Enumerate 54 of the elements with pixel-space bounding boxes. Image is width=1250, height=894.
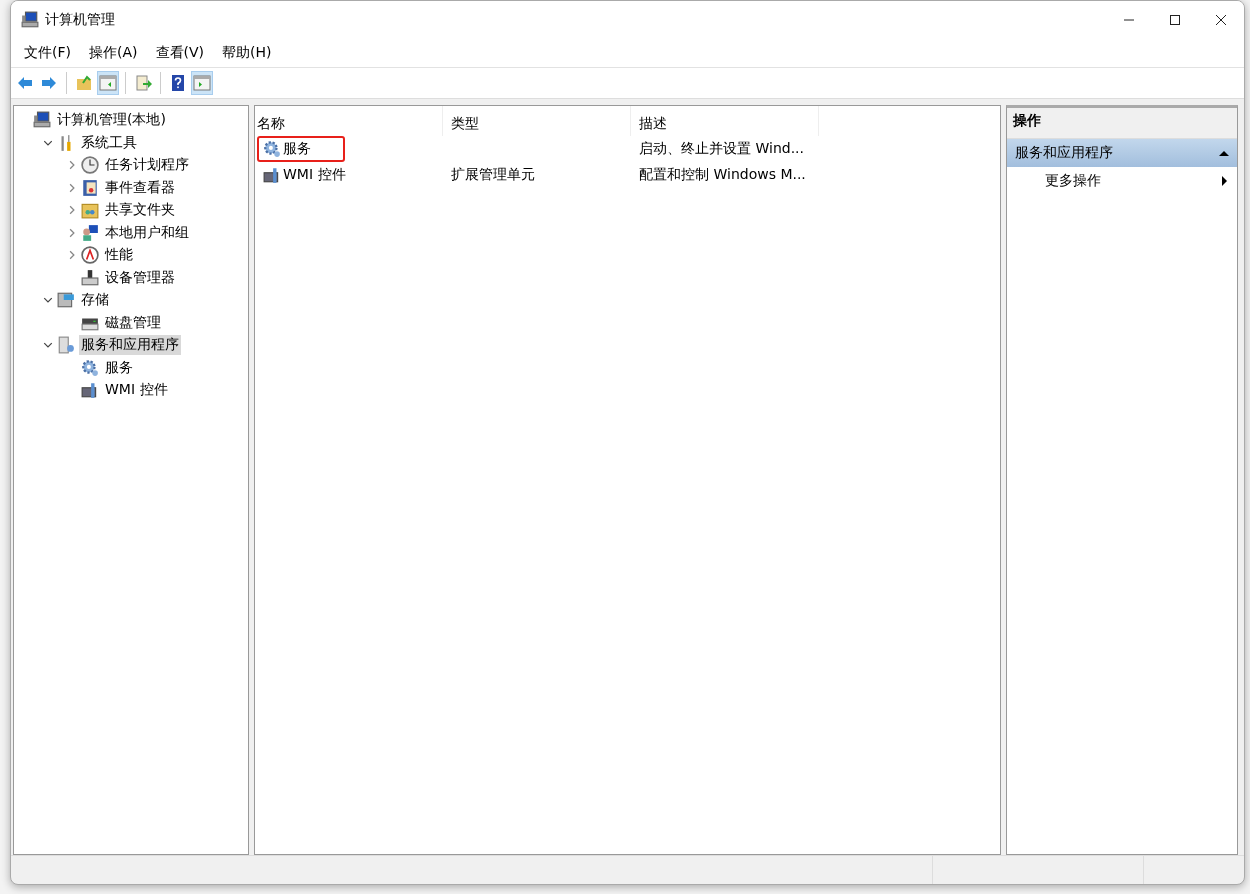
tree-item[interactable]: 计算机管理(本地)	[55, 110, 168, 131]
event-log-icon	[81, 178, 99, 197]
table-cell: 扩展管理单元	[451, 166, 535, 182]
computer-icon	[21, 11, 39, 29]
item-name: WMI 控件	[283, 166, 346, 184]
tree-item[interactable]: 磁盘管理	[103, 312, 163, 333]
expand-chevron-icon[interactable]	[67, 160, 77, 171]
section-title: 服务和应用程序	[1015, 144, 1113, 162]
shared-folder-icon	[81, 201, 99, 220]
column-header[interactable]: 类型	[443, 106, 631, 136]
server-gear-icon	[57, 336, 75, 355]
tree-item[interactable]: 系统工具	[79, 132, 139, 153]
menu-item[interactable]: 操作(A)	[80, 44, 147, 62]
tree-item[interactable]: 设备管理器	[103, 267, 177, 288]
column-header[interactable]: 描述	[631, 106, 819, 136]
tree-item[interactable]: 事件查看器	[103, 177, 177, 198]
wmi-icon	[263, 166, 281, 184]
tree-item[interactable]: 任务计划程序	[103, 155, 191, 176]
pane-left-icon[interactable]	[97, 71, 119, 95]
window-title: 计算机管理	[45, 11, 115, 29]
table-cell: 启动、终止并设置 Wind...	[639, 140, 804, 156]
clock-icon	[81, 156, 99, 175]
expand-chevron-icon[interactable]	[67, 182, 77, 193]
gauge-icon	[81, 246, 99, 265]
tree-item[interactable]: 本地用户和组	[103, 222, 191, 243]
actions-title: 操作	[1007, 108, 1237, 139]
list-item[interactable]: WMI 控件	[257, 162, 380, 188]
expand-chevron-icon[interactable]	[67, 205, 77, 216]
menu-item[interactable]: 文件(F)	[15, 44, 80, 62]
expand-chevron-icon[interactable]	[67, 250, 77, 261]
tree-item[interactable]: 服务	[103, 357, 135, 378]
tree-item[interactable]: WMI 控件	[103, 380, 170, 401]
storage-icon	[57, 291, 75, 310]
gears-icon	[263, 140, 281, 158]
table-cell: 配置和控制 Windows M...	[639, 166, 806, 182]
tree-item[interactable]: 服务和应用程序	[79, 335, 181, 356]
gears-icon	[81, 358, 99, 377]
list-item[interactable]: 服务	[257, 136, 345, 162]
menu-item[interactable]: 查看(V)	[146, 44, 213, 62]
device-icon	[81, 268, 99, 287]
action-item[interactable]: 更多操作	[1045, 172, 1101, 190]
column-header[interactable]: 名称	[255, 106, 443, 136]
action-section-header[interactable]: 服务和应用程序	[1007, 139, 1237, 167]
submenu-triangle-icon	[1219, 176, 1229, 186]
tree-item[interactable]: 存储	[79, 290, 111, 311]
collapse-triangle-icon[interactable]	[1219, 148, 1229, 158]
tree-item[interactable]: 性能	[103, 245, 135, 266]
expand-chevron-icon[interactable]	[67, 227, 77, 238]
computer-icon	[33, 111, 51, 130]
wmi-icon	[81, 381, 99, 400]
item-name: 服务	[283, 140, 311, 158]
users-icon	[81, 223, 99, 242]
tree-item[interactable]: 共享文件夹	[103, 200, 177, 221]
menu-item[interactable]: 帮助(H)	[213, 44, 281, 62]
